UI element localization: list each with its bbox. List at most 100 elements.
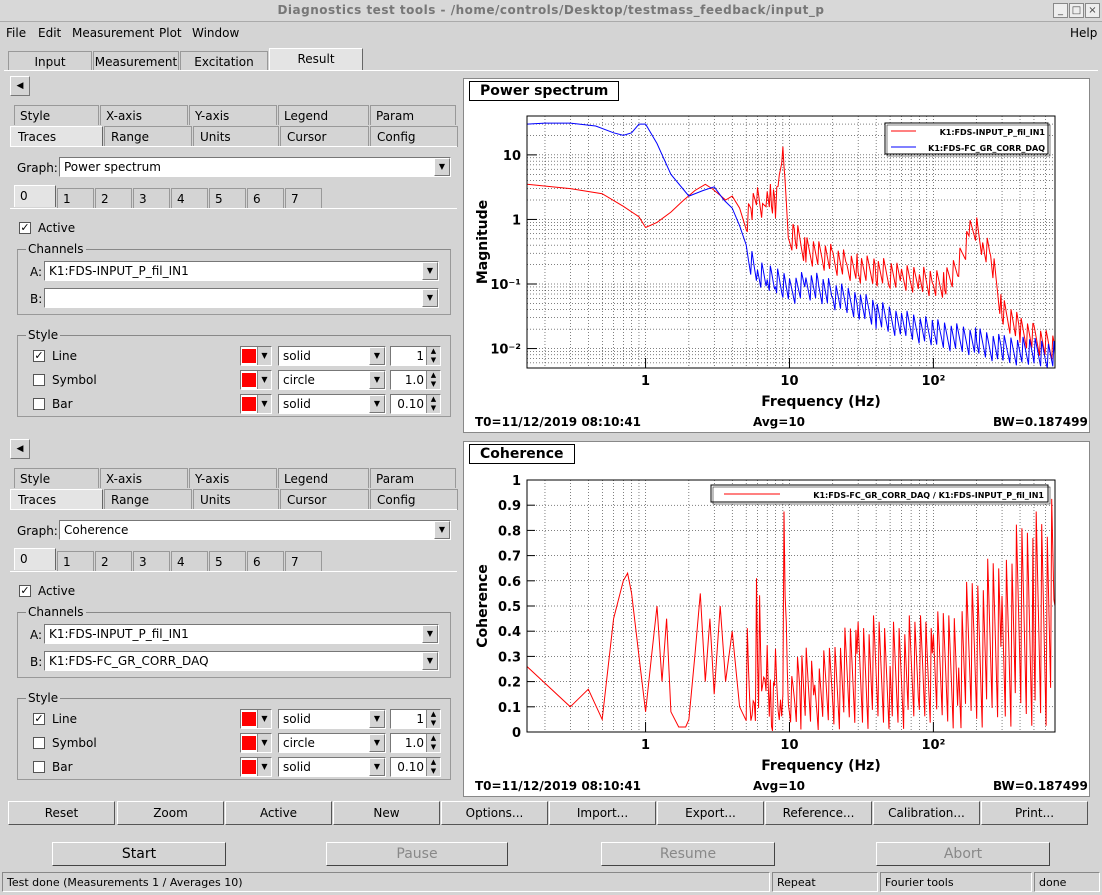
channel-b-select[interactable]: K1:FDS-FC_GR_CORR_DAQ ▼ (44, 651, 439, 671)
active-checkbox[interactable]: ✓ (19, 585, 31, 597)
line-style-select[interactable]: solid ▼ (278, 709, 386, 729)
line-checkbox[interactable]: ✓ (33, 713, 45, 725)
graph-select[interactable]: Coherence ▼ (59, 520, 451, 540)
bar-size-spinner[interactable]: 0.10 ▲ ▼ (390, 757, 441, 777)
tab-config[interactable]: Config (370, 126, 458, 147)
tab-y-axis[interactable]: Y-axis (189, 468, 277, 488)
tab-excitation[interactable]: Excitation (180, 51, 268, 71)
tab-param[interactable]: Param (370, 468, 456, 488)
power-spectrum-chart[interactable]: 1 10 10² 10 1 10⁻¹ 10⁻² Frequency (Hz) Magnitude… (464, 79, 1089, 432)
y-tick-label: 10⁻¹ (490, 278, 521, 293)
options-button[interactable]: Options... (441, 801, 548, 825)
bar-checkbox[interactable] (33, 761, 45, 773)
panel-collapse-button[interactable]: ◀ (10, 439, 30, 459)
symbol-size-spinner[interactable]: 1.0 ▲ ▼ (390, 370, 441, 390)
symbol-checkbox[interactable] (33, 374, 45, 386)
tab-units[interactable]: Units (193, 126, 279, 147)
menu-help[interactable]: Help (1070, 26, 1097, 40)
bar-style-select[interactable]: solid ▼ (278, 394, 386, 414)
bar-size-spinner[interactable]: 0.10 ▲ ▼ (390, 394, 441, 414)
line-style-select[interactable]: solid ▼ (278, 346, 386, 366)
trace-tab-3[interactable]: 3 (133, 551, 170, 571)
trace-tab-1[interactable]: 1 (57, 188, 94, 208)
reset-button[interactable]: Reset (8, 801, 115, 825)
bar-style-select[interactable]: solid ▼ (278, 757, 386, 777)
tab-traces[interactable]: Traces (10, 126, 103, 147)
start-button[interactable]: Start (52, 842, 226, 866)
symbol-style-select[interactable]: circle ▼ (278, 733, 386, 753)
minimize-button[interactable]: _ (1053, 3, 1068, 18)
tab-measurement[interactable]: Measurement (93, 51, 179, 71)
bar-color-picker[interactable]: ▼ (240, 757, 272, 777)
reference-button[interactable]: Reference... (765, 801, 872, 825)
line-size-spinner[interactable]: 1 ▲ ▼ (390, 709, 441, 729)
tab-param[interactable]: Param (370, 105, 456, 125)
abort-button[interactable]: Abort (876, 842, 1050, 866)
symbol-style-select[interactable]: circle ▼ (278, 370, 386, 390)
active-checkbox[interactable]: ✓ (19, 222, 31, 234)
channel-b-select[interactable]: ▼ (44, 288, 439, 308)
tab-legend[interactable]: Legend (278, 105, 369, 125)
symbol-color-picker[interactable]: ▼ (240, 370, 272, 390)
tab-style[interactable]: Style (14, 468, 99, 488)
bar-color-picker[interactable]: ▼ (240, 394, 272, 414)
active-button[interactable]: Active (225, 801, 332, 825)
tab-y-axis[interactable]: Y-axis (189, 105, 277, 125)
trace-tab-4[interactable]: 4 (171, 551, 208, 571)
trace-tab-2[interactable]: 2 (95, 188, 132, 208)
channel-a-select[interactable]: K1:FDS-INPUT_P_fil_IN1 ▼ (44, 624, 439, 644)
line-color-picker[interactable]: ▼ (240, 709, 272, 729)
trace-tab-6[interactable]: 6 (247, 188, 284, 208)
menu-window[interactable]: Window (192, 26, 239, 40)
pause-button[interactable]: Pause (326, 842, 508, 866)
resume-button[interactable]: Resume (601, 842, 775, 866)
trace-tab-5[interactable]: 5 (209, 188, 246, 208)
line-size-spinner[interactable]: 1 ▲ ▼ (390, 346, 441, 366)
print-button[interactable]: Print... (981, 801, 1088, 825)
channel-a-select[interactable]: K1:FDS-INPUT_P_fil_IN1 ▼ (44, 261, 439, 281)
menu-measurement[interactable]: Measurement (72, 26, 154, 40)
maximize-button[interactable]: □ (1069, 3, 1084, 18)
tab-x-axis[interactable]: X-axis (100, 468, 188, 488)
bar-checkbox[interactable] (33, 398, 45, 410)
tab-x-axis[interactable]: X-axis (100, 105, 188, 125)
trace-tab-1[interactable]: 1 (57, 551, 94, 571)
new-button[interactable]: New (333, 801, 440, 825)
tab-range[interactable]: Range (104, 489, 192, 510)
trace-tab-4[interactable]: 4 (171, 188, 208, 208)
coherence-chart[interactable]: 1 10 10² 0 0.1 0.2 0.3 0.4 0.5 0.6 0.7 0.8 0.9 1 Frequ… (464, 442, 1089, 796)
trace-tab-2[interactable]: 2 (95, 551, 132, 571)
line-color-picker[interactable]: ▼ (240, 346, 272, 366)
tab-legend[interactable]: Legend (278, 468, 369, 488)
export-button[interactable]: Export... (657, 801, 764, 825)
symbol-size-spinner[interactable]: 1.0 ▲ ▼ (390, 733, 441, 753)
symbol-color-picker[interactable]: ▼ (240, 733, 272, 753)
trace-tab-0[interactable]: 0 (14, 185, 56, 207)
tab-result[interactable]: Result (269, 48, 363, 71)
tab-traces[interactable]: Traces (10, 489, 103, 510)
tab-range[interactable]: Range (104, 126, 192, 147)
trace-tab-7[interactable]: 7 (285, 551, 322, 571)
tab-input[interactable]: Input (8, 51, 92, 71)
trace-tab-5[interactable]: 5 (209, 551, 246, 571)
trace-tab-3[interactable]: 3 (133, 188, 170, 208)
trace-tab-7[interactable]: 7 (285, 188, 322, 208)
line-checkbox[interactable]: ✓ (33, 350, 45, 362)
symbol-checkbox[interactable] (33, 737, 45, 749)
tab-units[interactable]: Units (193, 489, 279, 510)
trace-tab-6[interactable]: 6 (247, 551, 284, 571)
menu-file[interactable]: File (6, 26, 26, 40)
calibration-button[interactable]: Calibration... (873, 801, 980, 825)
tab-style[interactable]: Style (14, 105, 99, 125)
trace-tab-0[interactable]: 0 (14, 548, 56, 570)
tab-cursor[interactable]: Cursor (280, 126, 369, 147)
menu-plot[interactable]: Plot (159, 26, 182, 40)
menu-edit[interactable]: Edit (38, 26, 61, 40)
import-button[interactable]: Import... (549, 801, 656, 825)
close-button[interactable]: × (1085, 3, 1100, 18)
tab-cursor[interactable]: Cursor (280, 489, 369, 510)
graph-select[interactable]: Power spectrum ▼ (59, 157, 451, 177)
panel-collapse-button[interactable]: ◀ (10, 76, 30, 96)
zoom-button[interactable]: Zoom (117, 801, 224, 825)
tab-config[interactable]: Config (370, 489, 458, 510)
